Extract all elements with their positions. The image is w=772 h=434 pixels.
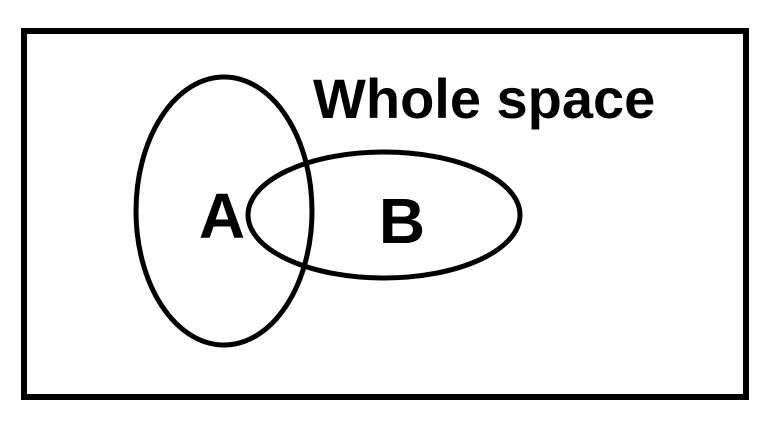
set-a-label: A xyxy=(199,180,245,252)
set-b-label: B xyxy=(379,185,425,257)
whole-space-label: Whole space xyxy=(313,67,655,130)
venn-diagram: Whole space A B xyxy=(21,28,749,400)
